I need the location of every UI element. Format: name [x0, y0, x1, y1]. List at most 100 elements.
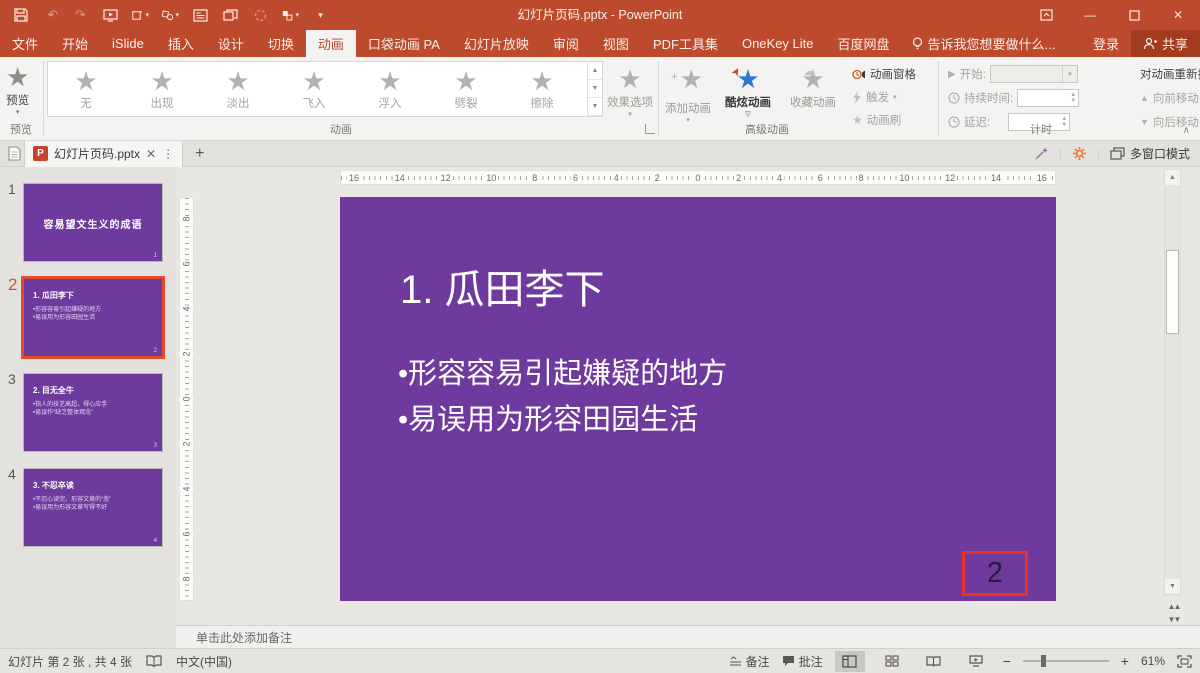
- spin-down-icon[interactable]: ▼: [1061, 122, 1067, 128]
- animation-wipe[interactable]: ★擦除: [504, 67, 580, 111]
- document-icon[interactable]: [8, 146, 21, 161]
- start-dropdown[interactable]: ▾: [990, 65, 1078, 83]
- notes-toggle-button[interactable]: 备注: [729, 653, 770, 670]
- save-icon[interactable]: [12, 7, 29, 23]
- gallery-more-icon[interactable]: ▼: [588, 98, 602, 116]
- zoom-out-button[interactable]: −: [1003, 653, 1011, 669]
- magic-wand-icon[interactable]: [1034, 146, 1049, 161]
- slide-editor[interactable]: 1. 瓜田李下 •形容容易引起嫌疑的地方 •易误用为形容田园生活 2: [340, 197, 1056, 601]
- vertical-scrollbar[interactable]: ▲ ▼: [1164, 169, 1181, 595]
- gallery-up-icon[interactable]: ▲: [588, 62, 602, 80]
- language-indicator[interactable]: 中文(中国): [176, 653, 232, 670]
- animation-appear[interactable]: ★出现: [124, 67, 200, 111]
- ruler-tick-label: 6: [816, 173, 825, 183]
- gear-icon[interactable]: [1072, 146, 1087, 161]
- trigger-button[interactable]: 触发 ▾: [852, 89, 916, 105]
- ruler-tick-label: 2: [179, 351, 193, 356]
- next-slide-button[interactable]: ▼▼: [1166, 612, 1181, 626]
- tab-slideshow[interactable]: 幻灯片放映: [452, 30, 541, 57]
- tab-animations[interactable]: 动画: [306, 30, 356, 57]
- favorite-animation-button[interactable]: ★☁ 收藏动画: [790, 65, 836, 110]
- move-earlier-button[interactable]: ▲向前移动: [1140, 90, 1200, 106]
- slide-sorter-view-button[interactable]: [877, 651, 907, 672]
- scroll-down-icon[interactable]: ▼: [1165, 579, 1180, 594]
- spellcheck-icon[interactable]: [146, 654, 162, 668]
- slide-thumbnail-1[interactable]: 容易望文生义的成语 1: [23, 183, 163, 262]
- animation-painter-button[interactable]: ★ 动画刷: [852, 112, 916, 128]
- new-tab-icon[interactable]: +: [195, 145, 204, 163]
- add-animation-button[interactable]: +★ 添加动画 ▾: [665, 65, 711, 124]
- animation-none[interactable]: ★无: [48, 67, 124, 111]
- tab-transitions[interactable]: 切换: [256, 30, 306, 57]
- tab-review[interactable]: 审阅: [541, 30, 591, 57]
- arrange-objects-icon[interactable]: ▾: [282, 7, 299, 23]
- tab-file[interactable]: 文件: [0, 30, 50, 57]
- zoom-in-button[interactable]: +: [1121, 653, 1129, 669]
- multi-window-mode-button[interactable]: 多窗口模式: [1110, 145, 1190, 162]
- slide-thumbnail-4[interactable]: 3. 不忍卒读 •不忍心读完，形容文章的“悲” •易误用为形容文章写得不好 4: [23, 468, 163, 547]
- shapes-icon[interactable]: ▾: [162, 7, 179, 23]
- document-tab[interactable]: P 幻灯片页码.pptx ✕ ⋮: [24, 141, 183, 167]
- slideshow-view-button[interactable]: [961, 651, 991, 672]
- tab-menu-icon[interactable]: ⋮: [162, 147, 174, 161]
- start-slideshow-icon[interactable]: [102, 7, 119, 23]
- slide-bullet[interactable]: •易误用为形容田园生活: [398, 396, 698, 438]
- login-button[interactable]: 登录: [1081, 30, 1131, 57]
- customize-qat-icon[interactable]: ▾: [312, 7, 329, 23]
- comments-toggle-button[interactable]: 批注: [782, 653, 823, 670]
- zoom-level[interactable]: 61%: [1141, 654, 1165, 668]
- tab-design[interactable]: 设计: [206, 30, 256, 57]
- preview-button[interactable]: ★ 预览 ▾: [6, 63, 29, 116]
- fit-to-window-button[interactable]: [1177, 655, 1192, 668]
- move-later-button[interactable]: ▼向后移动: [1140, 114, 1200, 130]
- animation-split[interactable]: ★劈裂: [428, 67, 504, 111]
- reading-view-button[interactable]: [919, 651, 949, 672]
- notes-pane[interactable]: 单击此处添加备注: [176, 625, 1200, 648]
- close-button[interactable]: ✕: [1156, 0, 1200, 30]
- new-slide-icon[interactable]: ▾: [132, 7, 149, 23]
- animation-circle-icon[interactable]: [252, 7, 269, 23]
- duplicate-slide-icon[interactable]: [222, 7, 239, 23]
- slide-thumbnail-3[interactable]: 2. 目无全牛 •指人的技艺高超，得心应手 •易误作“缺乏整体观念” 3: [23, 373, 163, 452]
- collapse-ribbon-icon[interactable]: ∧: [1183, 125, 1190, 136]
- close-tab-icon[interactable]: ✕: [146, 147, 156, 161]
- zoom-slider-handle[interactable]: [1041, 655, 1046, 667]
- animation-dialog-launcher-icon[interactable]: [645, 124, 655, 134]
- slide-layout-icon[interactable]: [192, 7, 209, 23]
- effect-options-button[interactable]: ★ 效果选项 ▾: [607, 65, 653, 118]
- zoom-slider[interactable]: [1023, 660, 1109, 662]
- vertical-ruler[interactable]: 8 6 4 2 0 2 4 6 8: [179, 197, 194, 601]
- animation-float-in[interactable]: ★浮入: [352, 67, 428, 111]
- tab-pdf-tools[interactable]: PDF工具集: [641, 30, 730, 57]
- share-button[interactable]: 共享: [1131, 30, 1200, 57]
- slide-bullet[interactable]: •形容容易引起嫌疑的地方: [398, 350, 727, 392]
- gallery-down-icon[interactable]: ▼: [588, 80, 602, 98]
- cool-animation-button[interactable]: ★➤ 酷炫动画 ▽: [725, 65, 771, 118]
- duration-input[interactable]: ▲▼: [1017, 89, 1079, 107]
- redo-icon[interactable]: ↷: [72, 7, 89, 23]
- ribbon-display-options-icon[interactable]: [1024, 0, 1068, 30]
- tab-home[interactable]: 开始: [50, 30, 100, 57]
- animation-fade[interactable]: ★淡出: [200, 67, 276, 111]
- tell-me-search[interactable]: 告诉我您想要做什么...: [902, 30, 1066, 57]
- normal-view-button[interactable]: [835, 651, 865, 672]
- slide-page-number-highlight[interactable]: 2: [962, 551, 1028, 596]
- scroll-up-icon[interactable]: ▲: [1165, 170, 1180, 185]
- maximize-button[interactable]: [1112, 0, 1156, 30]
- tab-baidu-netdisk[interactable]: 百度网盘: [826, 30, 902, 57]
- tab-insert[interactable]: 插入: [156, 30, 206, 57]
- slide-title[interactable]: 1. 瓜田李下: [400, 257, 604, 315]
- spin-down-icon[interactable]: ▼: [1070, 98, 1076, 104]
- slide-thumbnail-2[interactable]: 1. 瓜田李下 •形容容易引起嫌疑的地方 •易误用为形容田园生活 2: [21, 276, 165, 359]
- tab-islide[interactable]: iSlide: [100, 30, 156, 57]
- scrollbar-thumb[interactable]: [1166, 250, 1179, 334]
- animation-pane-button[interactable]: 动画窗格: [852, 66, 916, 82]
- previous-slide-button[interactable]: ▲▲: [1166, 599, 1181, 613]
- tab-view[interactable]: 视图: [591, 30, 641, 57]
- horizontal-ruler[interactable]: 16 14 12 10 8 6 4 2 0 2 4 6 8 10 12 14 1…: [340, 170, 1056, 185]
- minimize-button[interactable]: —: [1068, 0, 1112, 30]
- animation-fly-in[interactable]: ★飞入: [276, 67, 352, 111]
- undo-icon[interactable]: ↶▾: [42, 7, 59, 23]
- tab-onekey-lite[interactable]: OneKey Lite: [730, 30, 826, 57]
- tab-pocket-animation[interactable]: 口袋动画 PA: [356, 30, 452, 57]
